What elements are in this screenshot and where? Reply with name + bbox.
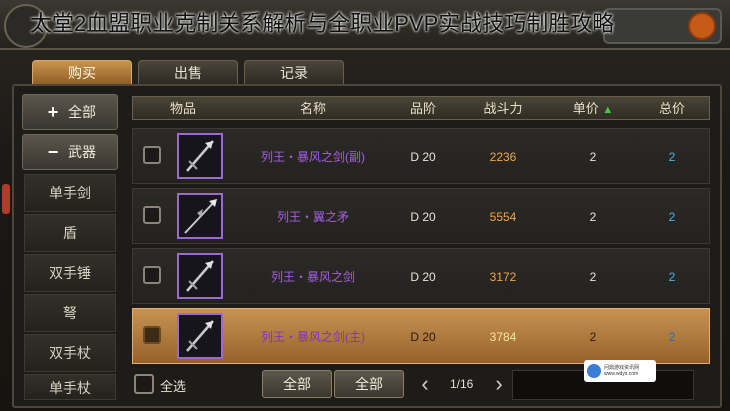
- sidebar-item-one-hand-staff[interactable]: 单手杖: [24, 374, 116, 400]
- item-unit-price: 2: [589, 210, 597, 224]
- item-unit-price: 2: [589, 150, 597, 164]
- header-item: 物品: [169, 101, 196, 116]
- watermark: 问鼎游戏资讯网 www.wdyx.com: [584, 360, 656, 382]
- item-grade: D 20: [410, 330, 436, 344]
- header-unit-price[interactable]: 单价 ▲: [553, 97, 633, 121]
- sidebar-item-two-hand-hammer[interactable]: 双手锤: [24, 254, 116, 292]
- watermark-text: 问鼎游戏资讯网 www.wdyx.com: [604, 365, 639, 377]
- header-total-price: 总价: [658, 101, 685, 116]
- select-all-label: 全选: [160, 379, 187, 394]
- sidebar-item-two-hand-staff[interactable]: 双手杖: [24, 334, 116, 372]
- filter-all-button-2[interactable]: 全部: [334, 370, 404, 398]
- tab-buy[interactable]: 购买: [32, 60, 132, 85]
- category-all-label: 全部: [68, 104, 96, 120]
- item-power: 3172: [489, 270, 517, 284]
- next-page-icon[interactable]: ›: [488, 370, 510, 398]
- spear-icon: [177, 193, 223, 239]
- row-checkbox[interactable]: [143, 266, 161, 284]
- item-name: 列王・暴风之剑(主): [261, 330, 365, 344]
- select-all-checkbox[interactable]: [134, 374, 154, 394]
- row-checkbox[interactable]: [143, 146, 161, 164]
- page-indicator: 1/16: [450, 377, 474, 391]
- row-checkbox[interactable]: [143, 206, 161, 224]
- row-checkbox[interactable]: [143, 326, 161, 344]
- sidebar-item-one-hand-sword[interactable]: 单手剑: [24, 174, 116, 212]
- filter-all-button-1[interactable]: 全部: [262, 370, 332, 398]
- table-row[interactable]: 列王・暴风之剑 D 20 3172 2 2: [132, 248, 710, 304]
- item-power: 5554: [489, 210, 517, 224]
- sort-up-icon: ▲: [602, 104, 614, 116]
- add-currency-icon[interactable]: [688, 12, 716, 40]
- category-all-button[interactable]: + 全部: [22, 94, 118, 130]
- prev-page-icon[interactable]: ‹: [414, 370, 436, 398]
- header-name: 名称: [299, 101, 326, 116]
- sword-icon: [177, 253, 223, 299]
- item-name: 列王・暴风之剑: [270, 270, 355, 284]
- watermark-line2: www.wdyx.com: [604, 371, 639, 377]
- tab-sell[interactable]: 出售: [138, 60, 238, 85]
- item-power: 3784: [489, 330, 517, 344]
- currency-panel: [603, 8, 722, 44]
- table-row-selected[interactable]: 列王・暴风之剑(主) D 20 3784 2 2: [132, 308, 710, 364]
- item-total-price: 2: [668, 210, 676, 224]
- sidebar-item-shield[interactable]: 盾: [24, 214, 116, 252]
- header-unit-price-label: 单价: [572, 101, 599, 116]
- item-unit-price: 2: [589, 270, 597, 284]
- sword-icon: [177, 133, 223, 179]
- category-weapon-label: 武器: [68, 144, 96, 160]
- header-power: 战斗力: [483, 101, 523, 116]
- table-row[interactable]: 列王・暴风之剑(副) D 20 2236 2 2: [132, 128, 710, 184]
- category-weapon-button[interactable]: − 武器: [22, 134, 118, 170]
- item-grade: D 20: [410, 150, 436, 164]
- item-total-price: 2: [668, 150, 676, 164]
- item-grade: D 20: [410, 270, 436, 284]
- sword-icon: [177, 313, 223, 359]
- item-name: 列王・暴风之剑(副): [261, 150, 365, 164]
- item-table: 物品 名称 品阶 战斗力 单价 ▲ 总价 列王・暴风之剑(副) D 20 223…: [132, 96, 710, 366]
- item-total-price: 2: [668, 270, 676, 284]
- item-grade: D 20: [410, 210, 436, 224]
- item-unit-price: 2: [589, 330, 597, 344]
- item-name: 列王・翼之矛: [276, 210, 349, 224]
- table-header: 物品 名称 品阶 战斗力 单价 ▲ 总价: [132, 96, 710, 120]
- minus-icon: −: [47, 142, 59, 162]
- side-decoration: [2, 184, 10, 214]
- item-total-price: 2: [668, 330, 676, 344]
- item-power: 2236: [489, 150, 517, 164]
- sidebar-item-crossbow[interactable]: 弩: [24, 294, 116, 332]
- tab-records[interactable]: 记录: [244, 60, 344, 85]
- table-row[interactable]: 列王・翼之矛 D 20 5554 2 2: [132, 188, 710, 244]
- category-sidebar: + 全部 − 武器 单手剑 盾 双手锤 弩 双手杖 单手杖: [22, 92, 118, 402]
- overlay-title: 太堂2血盟职业克制关系解析与全职业PVP实战技巧制胜攻略: [30, 11, 615, 36]
- plus-icon: +: [47, 102, 59, 122]
- watermark-logo-icon: [587, 364, 601, 378]
- header-grade: 品阶: [409, 101, 436, 116]
